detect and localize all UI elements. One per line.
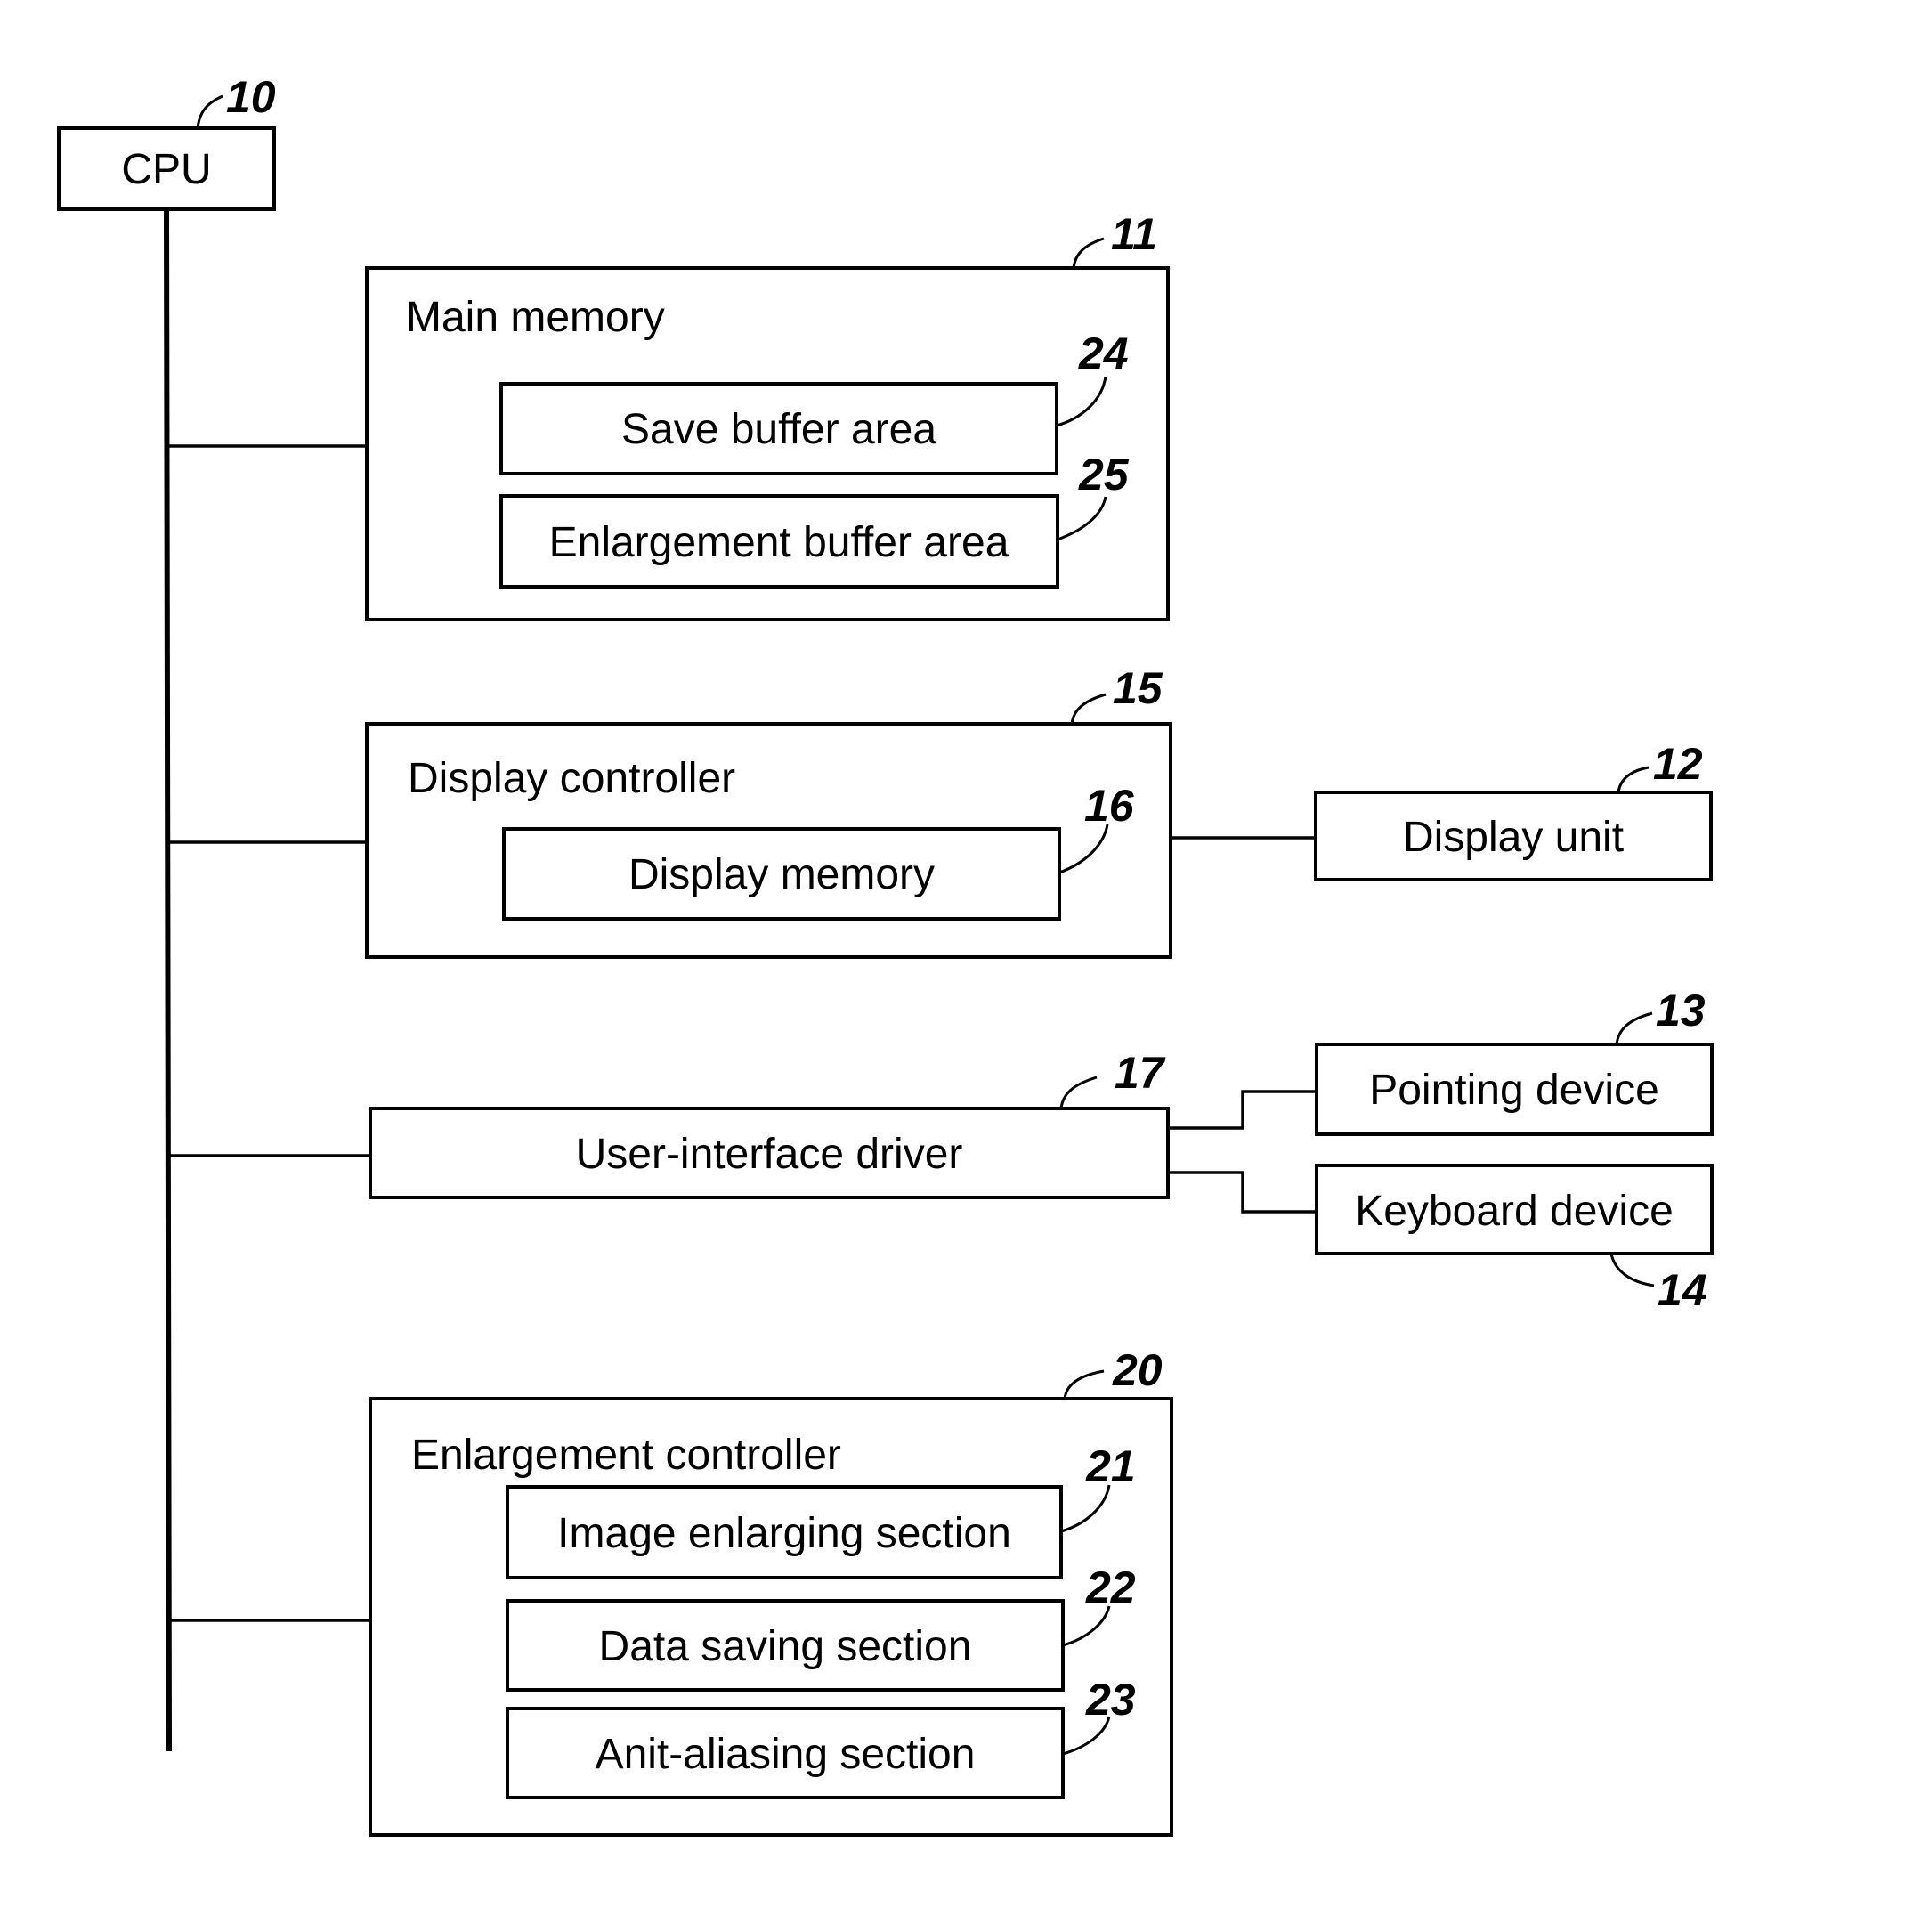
cpu-block: CPU 10 — [57, 72, 276, 211]
display-unit-leader-line — [1617, 766, 1650, 793]
keyboard-device-ref-number: 14 — [1658, 1265, 1707, 1315]
main-memory-label: Main memory — [406, 294, 665, 341]
ui-driver-label: User-interface driver — [576, 1131, 963, 1178]
image-enlarging-section-label: Image enlarging section — [557, 1510, 1011, 1557]
cpu-label: CPU — [121, 146, 211, 193]
ui-driver-leader-line — [1059, 1076, 1098, 1109]
enlargement-controller-ref-number: 20 — [1112, 1345, 1163, 1395]
display-memory-ref-number: 16 — [1084, 781, 1135, 831]
enlargement-controller-block: Enlargement controller 20 Image enlargin… — [369, 1345, 1173, 1837]
keyboard-device-connector — [1168, 1171, 1317, 1214]
display-controller-leader-line — [1070, 693, 1107, 725]
pointing-device-leader-line — [1615, 1011, 1653, 1045]
display-controller-block: Display controller 15 Display memory 16 — [365, 663, 1172, 959]
keyboard-device-block: Keyboard device 14 — [1315, 1164, 1714, 1315]
display-controller-ref-number: 15 — [1113, 663, 1163, 713]
ui-driver-block: User-interface driver 17 — [369, 1048, 1170, 1199]
save-buffer-area-label: Save buffer area — [621, 406, 936, 453]
main-memory-block: Main memory 11 Save buffer area 24 Enlar… — [365, 209, 1170, 621]
display-unit-block: Display unit 12 — [1314, 739, 1713, 881]
block-diagram: CPU 10 Main memory 11 Save buffer area 2… — [57, 72, 1714, 1837]
save-buffer-ref-number: 24 — [1078, 329, 1129, 378]
pointing-device-ref-number: 13 — [1656, 986, 1706, 1035]
system-bus-line — [164, 208, 172, 1752]
pointing-device-label: Pointing device — [1369, 1067, 1659, 1114]
anti-aliasing-ref-number: 23 — [1085, 1675, 1136, 1725]
main-memory-leader-line — [1072, 237, 1105, 269]
pointing-device-connector — [1168, 1090, 1317, 1130]
display-unit-label: Display unit — [1403, 814, 1624, 861]
enlargement-controller-label: Enlargement controller — [411, 1432, 841, 1479]
display-unit-ref-number: 12 — [1653, 739, 1703, 789]
image-enlarging-ref-number: 21 — [1085, 1441, 1136, 1491]
anti-aliasing-section-label: Anit-aliasing section — [596, 1731, 976, 1778]
data-saving-section-label: Data saving section — [599, 1623, 972, 1670]
enlargement-buffer-area-label: Enlargement buffer area — [549, 519, 1009, 566]
pointing-device-block: Pointing device 13 — [1315, 986, 1714, 1136]
data-saving-ref-number: 22 — [1085, 1563, 1136, 1612]
enlargement-buffer-ref-number: 25 — [1078, 450, 1130, 499]
enlargement-controller-leader-line — [1063, 1369, 1105, 1400]
display-memory-label: Display memory — [628, 851, 935, 898]
cpu-leader-line — [196, 94, 223, 129]
ui-driver-ref-number: 17 — [1115, 1048, 1166, 1098]
display-controller-label: Display controller — [408, 755, 735, 802]
keyboard-device-label: Keyboard device — [1355, 1188, 1674, 1235]
main-memory-ref-number: 11 — [1111, 209, 1157, 259]
keyboard-device-leader-line — [1609, 1253, 1655, 1287]
cpu-ref-number: 10 — [226, 72, 276, 122]
